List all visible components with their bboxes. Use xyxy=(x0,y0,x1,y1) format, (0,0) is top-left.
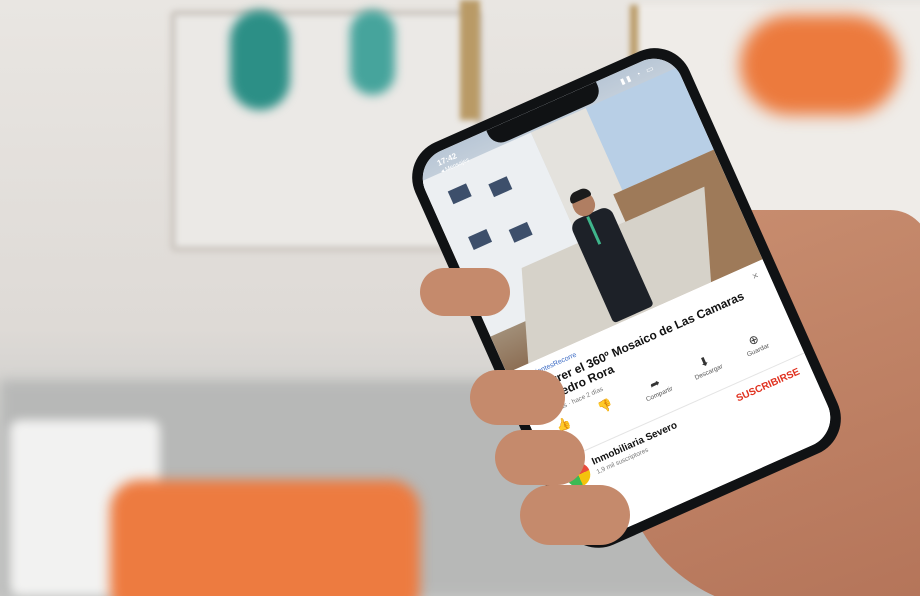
building-window xyxy=(447,183,472,205)
hand-finger xyxy=(470,370,565,425)
painting-stroke xyxy=(350,10,395,95)
share-button[interactable]: ➦ Compartir xyxy=(632,368,680,406)
background-frame-edge xyxy=(460,0,480,120)
hand-finger xyxy=(520,485,630,545)
hand-finger xyxy=(495,430,585,485)
painting-stroke xyxy=(230,10,290,110)
orange-pillow xyxy=(110,480,420,596)
building-window xyxy=(468,229,493,250)
save-button[interactable]: ⊕ Guardar xyxy=(731,324,779,362)
artwork-orange-shape xyxy=(740,15,900,115)
close-icon[interactable]: ✕ xyxy=(751,271,761,282)
building-window xyxy=(488,176,513,198)
hand-finger xyxy=(420,268,510,316)
download-button[interactable]: ⬇ Descargar xyxy=(682,346,730,384)
photo-scene: 17:42 ◂ Mensajes ▮▮ ◔ ▭ ✕ #CorrientesRec… xyxy=(0,0,920,596)
building-window xyxy=(508,221,533,243)
